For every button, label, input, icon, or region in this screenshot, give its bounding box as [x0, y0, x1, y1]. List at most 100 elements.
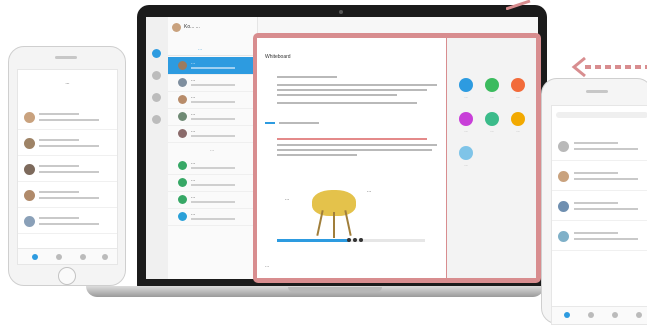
list-item[interactable] [552, 166, 647, 191]
list-item[interactable] [552, 226, 647, 251]
tool-label: ... [464, 94, 468, 99]
tab-messages-icon[interactable] [32, 254, 38, 260]
tool-button[interactable] [459, 146, 473, 160]
tab-calls-icon[interactable] [588, 312, 594, 318]
whiteboard-canvas[interactable]: Whiteboard ... ... ... [257, 38, 446, 278]
avatar [24, 190, 35, 201]
arrow-icon [506, 0, 531, 10]
conversation-name: ... [191, 94, 196, 100]
tool-button[interactable] [485, 112, 499, 126]
list-item[interactable] [552, 136, 647, 161]
conversation-name: ... [191, 60, 196, 66]
laptop-notch [288, 287, 382, 292]
home-button[interactable] [58, 267, 76, 285]
speaker [55, 56, 77, 59]
right-phone-screen [551, 105, 647, 325]
conversation-name: ... [191, 128, 196, 134]
conversation-item[interactable]: ... [168, 91, 257, 109]
tool-label: ... [490, 128, 494, 133]
tool-button[interactable] [459, 78, 473, 92]
avatar [178, 78, 187, 87]
list-header: Ko... ... ... [168, 17, 257, 56]
avatar [178, 95, 187, 104]
board-footer: ... [265, 263, 270, 269]
list-tabs[interactable]: ... [198, 46, 202, 52]
avatar [558, 141, 569, 152]
conversation-item[interactable]: ... [168, 108, 257, 126]
whiteboard-tools-panel: ..................... [447, 38, 536, 278]
space-item[interactable]: ... [168, 174, 257, 192]
avatar [558, 201, 569, 212]
tab-meetings-icon[interactable] [80, 254, 86, 260]
space-icon [178, 212, 187, 221]
tool-label: ... [516, 128, 520, 133]
avatar [558, 231, 569, 242]
conversation-item[interactable]: ... [168, 74, 257, 92]
list-item[interactable] [18, 212, 117, 234]
tool-button[interactable] [485, 78, 499, 92]
tab-more-icon[interactable] [102, 254, 108, 260]
space-item[interactable]: ... [168, 157, 257, 175]
list-item[interactable] [18, 186, 117, 208]
left-phone-tabbar [18, 248, 117, 264]
board-progress-bar[interactable] [277, 238, 425, 242]
space-icon [178, 195, 187, 204]
avatar[interactable] [172, 23, 181, 32]
whiteboard-title: Whiteboard [265, 54, 291, 60]
sticky-note[interactable]: ... [285, 196, 289, 202]
nav-messages-icon[interactable] [152, 49, 161, 58]
right-phone [541, 78, 647, 325]
left-phone-screen: ... [17, 69, 118, 265]
space-name: ... [191, 160, 196, 166]
avatar [178, 112, 187, 121]
dotted-arrow-icon [571, 56, 647, 78]
avatar [178, 61, 187, 70]
avatar [24, 138, 35, 149]
space-name: ... [191, 211, 196, 217]
conversation-item[interactable]: ... [168, 57, 257, 75]
tool-label: ... [516, 94, 520, 99]
tab-meetings-icon[interactable] [612, 312, 618, 318]
tool-button[interactable] [459, 112, 473, 126]
avatar [24, 164, 35, 175]
conversation-list: Ko... ... ... ............... ... ......… [168, 17, 258, 279]
tool-label: ... [464, 162, 468, 167]
conversation-item[interactable]: ... [168, 125, 257, 143]
tool-button[interactable] [511, 78, 525, 92]
list-item[interactable] [18, 108, 117, 130]
right-phone-tabbar [552, 306, 647, 324]
list-item[interactable] [552, 196, 647, 221]
camera [339, 10, 343, 14]
sticky-note[interactable]: ... [367, 188, 371, 194]
tab-calls-icon[interactable] [56, 254, 62, 260]
nav-meetings-icon[interactable] [152, 93, 161, 102]
tool-label: ... [490, 94, 494, 99]
conversation-name: ... [191, 77, 196, 83]
list-item[interactable] [18, 160, 117, 182]
space-name: ... [191, 177, 196, 183]
space-icon [178, 161, 187, 170]
section-label: ... [210, 147, 215, 153]
nav-contacts-icon[interactable] [152, 115, 161, 124]
tab-more-icon[interactable] [636, 312, 642, 318]
space-item[interactable]: ... [168, 191, 257, 209]
list-item[interactable] [18, 134, 117, 156]
nav-calls-icon[interactable] [152, 71, 161, 80]
speaker [586, 90, 608, 93]
avatar [178, 129, 187, 138]
space-name: ... [191, 194, 196, 200]
left-phone-title: ... [65, 80, 70, 86]
search-input[interactable] [556, 112, 647, 118]
navigation-rail [146, 17, 169, 279]
left-phone: ... [8, 46, 126, 286]
space-icon [178, 178, 187, 187]
avatar [24, 216, 35, 227]
space-item[interactable]: ... [168, 208, 257, 226]
tab-messages-icon[interactable] [564, 312, 570, 318]
tool-label: ... [464, 128, 468, 133]
tool-button[interactable] [511, 112, 525, 126]
avatar [24, 112, 35, 123]
conversation-name: ... [191, 111, 196, 117]
avatar [558, 171, 569, 182]
user-name: Ko... ... [184, 24, 200, 30]
